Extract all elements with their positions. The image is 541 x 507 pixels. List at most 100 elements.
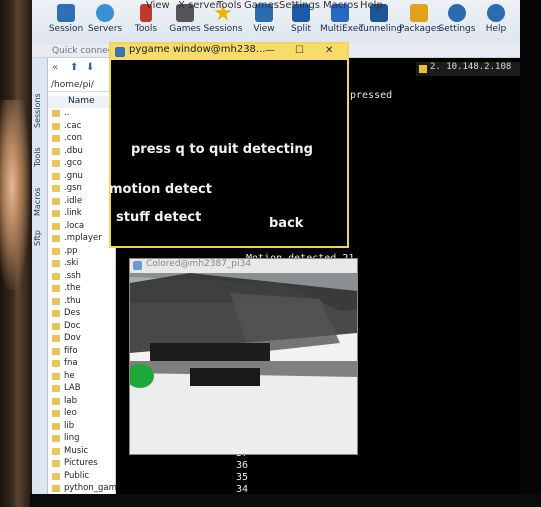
file-list-item[interactable]: .thu [48, 296, 116, 309]
menu-macros[interactable]: Macros [323, 0, 358, 11]
folder-icon [52, 147, 60, 155]
file-list-item[interactable]: .cac [48, 121, 116, 134]
folder-icon [52, 260, 60, 267]
colored-camera-window[interactable]: Colored@mh2387_pi34 [129, 258, 358, 455]
file-name: .link [64, 208, 82, 218]
terminal-line: 34 [236, 484, 249, 494]
folder-icon [52, 172, 60, 180]
tab-sessions[interactable]: Sessions [33, 88, 47, 134]
monitor-bezel-bottom [30, 494, 541, 507]
path-field[interactable]: /home/pi/ [48, 80, 116, 92]
file-name: .pp [64, 245, 78, 256]
close-icon[interactable]: ✕ [325, 45, 333, 56]
file-list-item[interactable]: Dov [48, 333, 116, 346]
file-list-item[interactable]: python_games [48, 483, 116, 494]
pygame-window[interactable]: pygame window@mh238... — ☐ ✕ press q to … [109, 42, 349, 248]
file-list-item[interactable]: Pictures [48, 458, 116, 471]
file-name: .dbu [64, 145, 83, 156]
minimize-icon[interactable]: — [265, 45, 275, 56]
file-name: .gco [64, 158, 82, 168]
file-list-item[interactable]: .mplayer [48, 233, 116, 246]
file-list-item[interactable]: .con [48, 133, 116, 146]
menu-games[interactable]: Games [244, 0, 279, 11]
tab-macros[interactable]: Macros [33, 184, 47, 220]
folder-icon [52, 472, 60, 480]
folder-icon [52, 222, 60, 230]
sftp-file-browser: « ⬆ ⬇ /home/pi/ Name .. .cac .con .dbu .gco… [48, 58, 116, 494]
file-name: he [64, 370, 75, 381]
file-list-item[interactable]: .gco [48, 158, 116, 171]
menu-settings[interactable]: Settings [279, 0, 320, 11]
file-list-item[interactable]: .link [48, 208, 116, 221]
file-list: .. .cac .con .dbu .gco .gnu .gsn .idle .link .lo… [48, 108, 116, 494]
file-list-item[interactable]: .loca [48, 221, 116, 234]
file-list-item[interactable]: .gsn [48, 183, 116, 196]
folder-icon [52, 397, 60, 405]
stuff-detect-option[interactable]: stuff detect [116, 210, 201, 225]
file-name: Des [64, 308, 81, 318]
file-list-item[interactable]: he [48, 371, 116, 384]
collapse-icon[interactable]: « [52, 62, 58, 73]
file-name: python_games [64, 483, 116, 493]
file-list-item[interactable]: lab [48, 396, 116, 409]
folder-icon [52, 247, 60, 255]
camera-frame-image [130, 273, 357, 454]
folder-icon [52, 485, 60, 492]
menu-view[interactable]: View [146, 0, 170, 11]
file-name: lib [64, 420, 75, 431]
upload-icon[interactable]: ⬆ [70, 62, 78, 73]
folder-icon [52, 185, 60, 192]
camera-feed [130, 273, 357, 454]
file-list-item[interactable]: .ssh [48, 271, 116, 284]
pygame-titlebar[interactable]: pygame window@mh238... — ☐ ✕ [111, 44, 347, 60]
tab-sftp[interactable]: Sftp [33, 226, 47, 250]
folder-icon [52, 447, 60, 455]
file-list-item[interactable]: .dbu [48, 146, 116, 159]
file-list-item[interactable]: .idle [48, 196, 116, 209]
menu-xserver[interactable]: X server [178, 0, 220, 11]
tab-tools[interactable]: Tools [33, 142, 47, 172]
file-browser-toolbar: « ⬆ ⬇ [48, 62, 116, 76]
terminal-line: pressed [350, 90, 393, 101]
file-list-item[interactable]: leo [48, 408, 116, 421]
file-list-item[interactable]: lib [48, 421, 116, 434]
file-list-item[interactable]: .ski [48, 258, 116, 271]
file-list-item[interactable]: .. [48, 108, 116, 121]
file-name: fifo [64, 345, 78, 356]
python-icon [115, 47, 125, 57]
quit-hint-text: press q to quit detecting [131, 142, 313, 157]
folder-icon [52, 322, 60, 330]
menu-help[interactable]: Help [360, 0, 383, 11]
maximize-icon[interactable]: ☐ [295, 45, 304, 56]
file-list-item[interactable]: .pp [48, 246, 116, 259]
file-list-item[interactable]: Music [48, 446, 116, 459]
monitor-bezel-right [520, 0, 541, 507]
terminal-line: 35 [236, 472, 249, 483]
folder-icon [52, 285, 60, 292]
file-list-item[interactable]: fna [48, 358, 116, 371]
menu-tools[interactable]: Tools [217, 0, 242, 11]
light-glare [0, 100, 30, 290]
file-list-item[interactable]: Doc [48, 321, 116, 334]
download-icon[interactable]: ⬇ [86, 62, 94, 73]
colored-window-titlebar[interactable]: Colored@mh2387_pi34 [130, 259, 357, 273]
folder-icon [52, 422, 60, 430]
file-list-item[interactable]: LAB [48, 383, 116, 396]
file-list-item[interactable]: Public [48, 471, 116, 484]
terminal-line: 36 [236, 460, 249, 471]
file-list-item[interactable]: fifo [48, 346, 116, 359]
motion-detect-option[interactable]: motion detect [109, 182, 212, 197]
back-option[interactable]: back [269, 216, 303, 231]
terminal-tab[interactable]: 2. 10.148.2.108 [416, 62, 520, 76]
window-app-icon [133, 261, 142, 270]
file-list-item[interactable]: .the [48, 283, 116, 296]
folder-icon [52, 110, 60, 117]
file-list-item[interactable]: ling [48, 433, 116, 446]
file-list-item[interactable]: Des [48, 308, 116, 321]
file-name: .thu [64, 295, 81, 306]
menu-bar: View X server Tools Games Settings Macro… [32, 0, 520, 14]
name-column-header[interactable]: Name [48, 96, 116, 108]
file-name: lab [64, 395, 77, 406]
folder-icon [52, 435, 60, 442]
file-list-item[interactable]: .gnu [48, 171, 116, 184]
